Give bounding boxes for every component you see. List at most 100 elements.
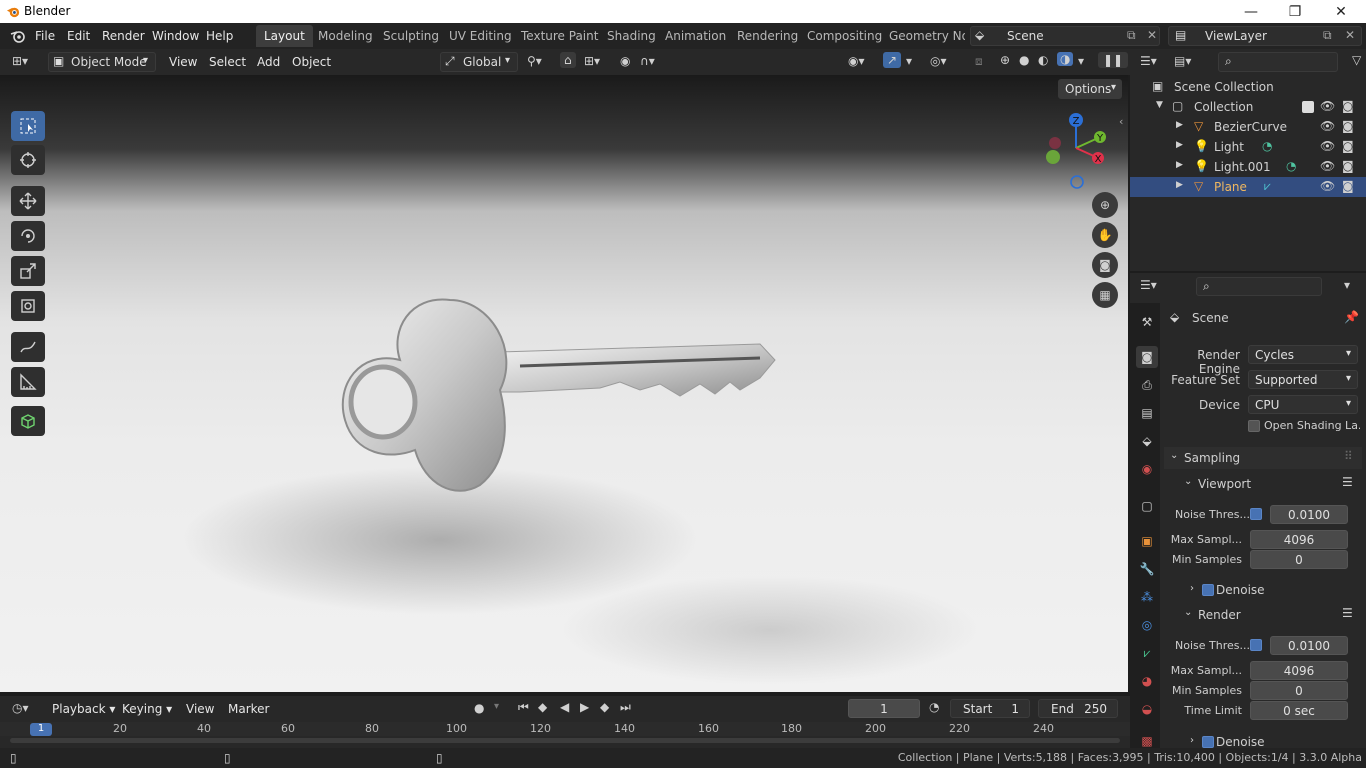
tab-physics[interactable]: ◎ — [1136, 614, 1158, 636]
3d-viewport[interactable]: Z Y X ‹ Options ▾ ⊕ ✋ ◙ ▦ — [0, 75, 1128, 692]
presets-icon[interactable]: ☰ — [1342, 606, 1353, 620]
outliner-item-plane[interactable]: ▶ ▽ Plane ⩗ 👁 ◙ — [1130, 177, 1366, 197]
eye-icon[interactable]: 👁 — [1320, 179, 1335, 193]
tab-layout[interactable]: Layout — [256, 25, 313, 47]
remove-view-layer-icon[interactable]: ✕ — [1345, 28, 1355, 42]
presets-icon[interactable]: ☰ — [1342, 475, 1353, 489]
shading-options-icon[interactable]: ▾ — [1078, 54, 1084, 68]
tab-view-layer[interactable]: ▤ — [1136, 402, 1158, 424]
overlays-icon[interactable]: ◎▾ — [930, 54, 947, 68]
tab-output[interactable]: ⎙ — [1136, 374, 1158, 396]
outliner-collection[interactable]: ▼ ▢ Collection 👁 ◙ — [1130, 97, 1366, 117]
properties-search-input[interactable]: ⌕ — [1196, 277, 1322, 296]
eye-icon[interactable]: 👁 — [1320, 139, 1335, 153]
pin-icon[interactable]: 📌 — [1344, 310, 1359, 324]
tab-sculpting[interactable]: Sculpting — [375, 25, 447, 47]
cursor-tool[interactable] — [11, 145, 45, 175]
tab-shading[interactable]: Shading — [599, 25, 664, 47]
feature-set-dropdown[interactable]: Supported ▾ — [1248, 370, 1358, 389]
annotate-tool[interactable] — [11, 332, 45, 362]
next-keyframe-icon[interactable]: ◆ — [600, 700, 609, 714]
collection-exclude-checkbox[interactable] — [1302, 101, 1314, 113]
snap-icon[interactable]: ⌂ — [560, 52, 576, 68]
sidebar-toggle-icon[interactable]: ‹ — [1119, 115, 1123, 128]
outliner-editor-type-icon[interactable]: ☰▾ — [1140, 54, 1157, 68]
render-subpanel-header[interactable]: ⌄ Render ☰ — [1170, 604, 1362, 626]
prev-keyframe-icon[interactable]: ◆ — [538, 700, 547, 714]
tab-material[interactable]: ◒ — [1136, 698, 1158, 720]
expand-right-icon[interactable]: ▶ — [1176, 120, 1183, 130]
properties-editor-type-icon[interactable]: ☰▾ — [1140, 278, 1157, 292]
pan-button[interactable]: ✋ — [1092, 222, 1118, 248]
light-data-icon[interactable]: ◔ — [1262, 139, 1272, 153]
menu-select[interactable]: Select — [209, 55, 246, 69]
outliner-scene-collection[interactable]: ▣ Scene Collection — [1130, 77, 1366, 97]
transform-tool[interactable] — [11, 291, 45, 321]
keying-menu[interactable]: Keying ▾ — [122, 702, 172, 716]
tab-world[interactable]: ◉ — [1136, 458, 1158, 480]
outliner-item-light-001[interactable]: ▶ 💡 Light.001 ◔ 👁 ◙ — [1130, 157, 1366, 177]
timeline-view-menu[interactable]: View — [186, 702, 214, 716]
rotate-tool[interactable] — [11, 221, 45, 251]
tab-tool[interactable]: ⚒ — [1136, 311, 1158, 333]
render-denoise-checkbox[interactable] — [1202, 736, 1214, 748]
timeline-scrollbar[interactable] — [10, 738, 1120, 743]
shading-rendered-icon[interactable]: ◑ — [1057, 52, 1074, 66]
viewport-noise-checkbox[interactable] — [1250, 508, 1262, 520]
new-scene-icon[interactable]: ⧉ — [1127, 28, 1136, 43]
proportional-edit-icon[interactable]: ◉ — [620, 54, 630, 68]
tab-geometry-nodes[interactable]: Geometry Noc — [881, 25, 965, 47]
camera-view-button[interactable]: ◙ — [1092, 252, 1118, 278]
jump-start-icon[interactable]: ⏮ — [518, 700, 529, 715]
tab-animation[interactable]: Animation — [657, 25, 734, 47]
pause-render-icon[interactable]: ❚❚ — [1098, 52, 1129, 68]
tab-object[interactable]: ▣ — [1136, 530, 1158, 552]
tab-collection[interactable]: ▢ — [1136, 495, 1158, 517]
marker-menu[interactable]: Marker — [228, 702, 269, 716]
render-min-field[interactable]: 0 — [1250, 681, 1348, 700]
scene-selector[interactable]: ⬙ Scene ⧉ ✕ — [970, 26, 1160, 46]
perspective-toggle-button[interactable]: ▦ — [1092, 282, 1118, 308]
timeline-editor-type-icon[interactable]: ◷▾ — [12, 701, 29, 715]
render-visibility-icon[interactable]: ◙ — [1342, 99, 1354, 113]
render-visibility-icon[interactable]: ◙ — [1342, 179, 1354, 193]
new-view-layer-icon[interactable]: ⧉ — [1323, 28, 1332, 43]
expand-right-icon[interactable]: ▶ — [1176, 140, 1183, 150]
scale-tool[interactable] — [11, 256, 45, 286]
device-dropdown[interactable]: CPU ▾ — [1248, 395, 1358, 414]
tab-texture-paint[interactable]: Texture Paint — [513, 25, 606, 47]
viewport-min-field[interactable]: 0 — [1250, 550, 1348, 569]
tab-uv-editing[interactable]: UV Editing — [441, 25, 520, 47]
shading-material-icon[interactable]: ◐ — [1038, 53, 1048, 67]
mode-dropdown[interactable]: ▣ Object Mode ▾ — [48, 52, 156, 72]
tab-modeling[interactable]: Modeling — [310, 25, 381, 47]
measure-tool[interactable] — [11, 367, 45, 397]
drag-handle-icon[interactable]: ⠿ — [1344, 449, 1353, 463]
tab-data[interactable]: ◕ — [1136, 670, 1158, 692]
render-visibility-icon[interactable]: ◙ — [1342, 139, 1354, 153]
xray-icon[interactable]: ⧈ — [975, 54, 983, 69]
eye-icon[interactable]: 👁 — [1320, 119, 1335, 133]
viewport-denoise-checkbox[interactable] — [1202, 584, 1214, 596]
view-layer-selector[interactable]: ▤ ViewLayer ⧉ ✕ — [1168, 26, 1362, 46]
editor-type-icon[interactable]: ⊞▾ — [12, 54, 28, 68]
menu-object[interactable]: Object — [292, 55, 331, 69]
render-noise-checkbox[interactable] — [1250, 639, 1262, 651]
menu-render[interactable]: Render — [102, 29, 145, 43]
tab-compositing[interactable]: Compositing — [799, 25, 890, 47]
mesh-data-icon[interactable]: ⩗ — [1264, 179, 1271, 194]
current-frame-field[interactable]: 1 — [848, 699, 920, 718]
start-frame-field[interactable]: Start 1 — [950, 699, 1030, 718]
move-tool[interactable] — [11, 186, 45, 216]
outliner-item-light[interactable]: ▶ 💡 Light ◔ 👁 ◙ — [1130, 137, 1366, 157]
outliner-item-beziercurve[interactable]: ▶ ▽ BezierCurve 👁 ◙ — [1130, 117, 1366, 137]
eye-icon[interactable]: 👁 — [1320, 159, 1335, 173]
maximize-button[interactable]: ❐ — [1272, 0, 1318, 23]
zoom-button[interactable]: ⊕ — [1092, 192, 1118, 218]
menu-edit[interactable]: Edit — [67, 29, 90, 43]
expand-right-icon[interactable]: ▶ — [1176, 180, 1183, 190]
expand-right-icon[interactable]: ▶ — [1176, 160, 1183, 170]
play-reverse-icon[interactable]: ◀ — [560, 700, 569, 714]
render-engine-dropdown[interactable]: Cycles ▾ — [1248, 345, 1358, 364]
menu-view[interactable]: View — [169, 55, 197, 69]
